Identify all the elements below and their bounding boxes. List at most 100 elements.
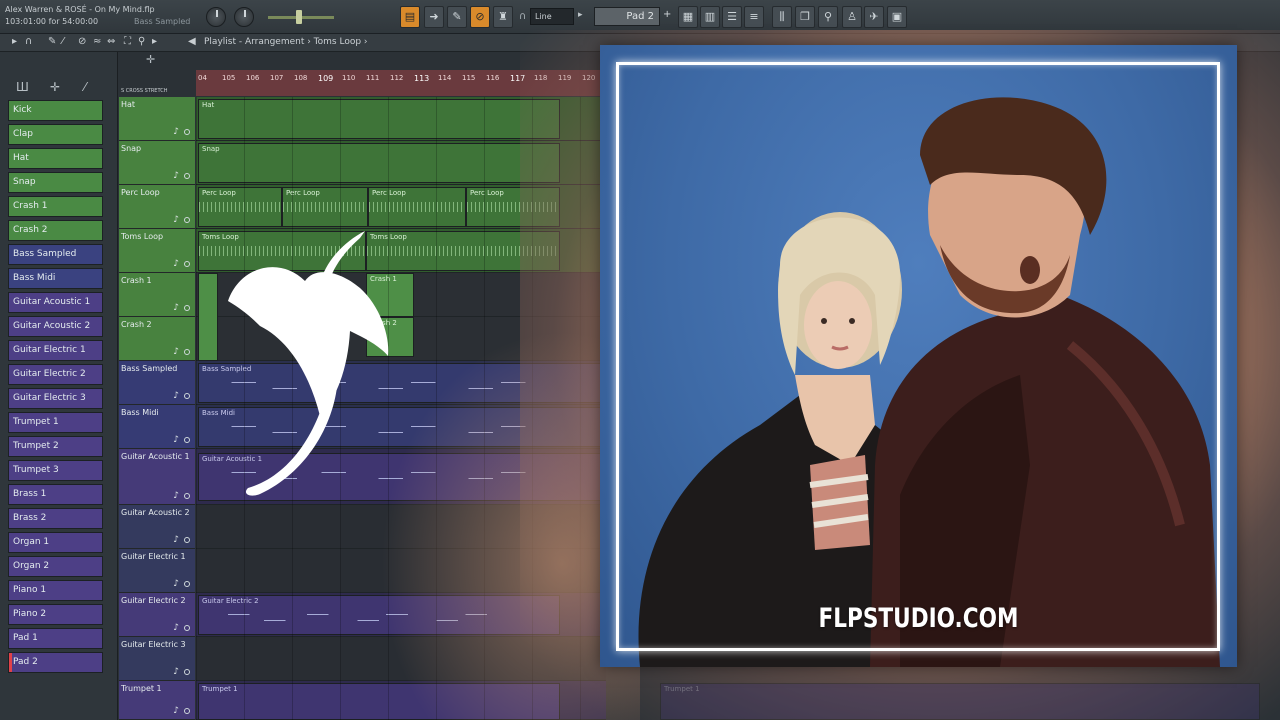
- track-enable-toggle[interactable]: [184, 437, 190, 443]
- add-pattern-icon[interactable]: +: [663, 9, 671, 20]
- channel-item[interactable]: Bass Sampled: [8, 244, 103, 265]
- track-enable-toggle[interactable]: [184, 625, 190, 631]
- track-header[interactable]: Guitar Acoustic 1 ♪: [119, 449, 195, 505]
- chevron-right-icon[interactable]: ▸: [578, 10, 583, 20]
- arrow-right-icon[interactable]: ▸: [12, 36, 17, 47]
- clip-perc-loop[interactable]: Perc Loop: [282, 187, 368, 227]
- channel-item[interactable]: Trumpet 3: [8, 460, 103, 481]
- zoom-icon[interactable]: ⚲: [138, 36, 145, 47]
- track-enable-toggle[interactable]: [184, 669, 190, 675]
- metronome-icon[interactable]: ♜: [493, 6, 513, 28]
- channel-item[interactable]: Brass 2: [8, 508, 103, 529]
- pattern-song-toggle[interactable]: ▤: [400, 6, 420, 28]
- track-header[interactable]: Perc Loop ♪: [119, 185, 195, 229]
- clip-hat[interactable]: Hat: [198, 99, 560, 139]
- channel-item[interactable]: Hat: [8, 148, 103, 169]
- track-enable-toggle[interactable]: [184, 537, 190, 543]
- plugin-picker-icon[interactable]: ✈: [864, 6, 884, 28]
- clip-guitar-acoustic-1[interactable]: Guitar Acoustic 1: [198, 453, 608, 501]
- clip-guitar-electric-2[interactable]: Guitar Electric 2: [198, 595, 560, 635]
- track-header[interactable]: Guitar Electric 3 ♪: [119, 637, 195, 681]
- trash-icon[interactable]: ▣: [887, 6, 907, 28]
- mute-icon[interactable]: ≈: [93, 36, 101, 47]
- sliders-icon[interactable]: ⫼: [772, 6, 792, 28]
- plugin-icon[interactable]: ⚲: [818, 6, 838, 28]
- track-enable-toggle[interactable]: [184, 129, 190, 135]
- channel-item[interactable]: Crash 2: [8, 220, 103, 241]
- track-header[interactable]: Guitar Electric 1 ♪: [119, 549, 195, 593]
- clip-crash-1[interactable]: [198, 273, 218, 361]
- mixer-icon[interactable]: ▦: [678, 6, 698, 28]
- track-header[interactable]: Guitar Acoustic 2 ♪: [119, 505, 195, 549]
- playlist-grid[interactable]: Hat Snap Perc Loop Perc Loop Perc Loop P…: [196, 97, 608, 720]
- channel-item[interactable]: Organ 1: [8, 532, 103, 553]
- track-enable-toggle[interactable]: [184, 581, 190, 587]
- channel-item[interactable]: Bass Midi: [8, 268, 103, 289]
- playlist-icon[interactable]: ≡: [744, 6, 764, 28]
- brush-icon[interactable]: ⁄: [62, 36, 64, 47]
- track-header[interactable]: Crash 1 ♪: [119, 273, 195, 317]
- timeline-ruler[interactable]: 04 105 106 107 108 109 110 111 112 113 114 115 116 11…: [196, 70, 606, 96]
- channel-item[interactable]: Guitar Electric 3: [8, 388, 103, 409]
- person-icon[interactable]: ♙: [842, 6, 862, 28]
- snap-select[interactable]: Line: [530, 8, 574, 25]
- track-header[interactable]: Toms Loop ♪: [119, 229, 195, 273]
- clip-trumpet-1[interactable]: Trumpet 1: [198, 683, 560, 720]
- clip-toms-loop[interactable]: Toms Loop: [198, 231, 366, 271]
- master-pitch-knob[interactable]: [234, 7, 254, 27]
- move-icon[interactable]: ✛: [146, 53, 155, 66]
- channel-item[interactable]: Snap: [8, 172, 103, 193]
- track-enable-toggle[interactable]: [184, 217, 190, 223]
- channel-item[interactable]: Guitar Acoustic 2: [8, 316, 103, 337]
- play-icon[interactable]: ▸: [152, 36, 157, 47]
- channel-item[interactable]: Pad 2: [8, 652, 103, 673]
- master-volume-knob[interactable]: [206, 7, 226, 27]
- delete-icon[interactable]: ⊘: [78, 36, 86, 47]
- clip-perc-loop[interactable]: Perc Loop: [198, 187, 282, 227]
- clip-crash-1[interactable]: Crash 1: [366, 273, 414, 317]
- master-slider-thumb[interactable]: [296, 10, 302, 24]
- track-enable-toggle[interactable]: [184, 173, 190, 179]
- channel-item[interactable]: Guitar Electric 1: [8, 340, 103, 361]
- clip-bass-midi[interactable]: Bass Midi: [198, 407, 608, 447]
- link-icon[interactable]: ⊘: [470, 6, 490, 28]
- track-header[interactable]: Guitar Electric 2 ♪: [119, 593, 195, 637]
- channel-item[interactable]: Kick: [8, 100, 103, 121]
- channel-rack-icon[interactable]: ☰: [722, 6, 742, 28]
- channel-item[interactable]: Crash 1: [8, 196, 103, 217]
- channel-item[interactable]: Brass 1: [8, 484, 103, 505]
- track-enable-toggle[interactable]: [184, 261, 190, 267]
- track-header[interactable]: Bass Sampled ♪: [119, 361, 195, 405]
- pattern-select[interactable]: Pad 2: [594, 7, 660, 26]
- track-header[interactable]: Hat ♪: [119, 97, 195, 141]
- channel-item[interactable]: Clap: [8, 124, 103, 145]
- track-enable-toggle[interactable]: [184, 708, 190, 714]
- clip-crash-2[interactable]: Crash 2: [366, 317, 414, 357]
- piano-roll-icon[interactable]: ▥: [700, 6, 720, 28]
- pen-icon[interactable]: ⁄: [84, 80, 86, 94]
- track-enable-toggle[interactable]: [184, 493, 190, 499]
- channel-item[interactable]: Pad 1: [8, 628, 103, 649]
- clip-perc-loop[interactable]: Perc Loop: [368, 187, 466, 227]
- channel-item[interactable]: Guitar Acoustic 1: [8, 292, 103, 313]
- select-icon[interactable]: ⛶: [124, 36, 131, 47]
- clip-bass-sampled[interactable]: Bass Sampled: [198, 363, 608, 403]
- channel-item[interactable]: Trumpet 2: [8, 436, 103, 457]
- speaker-icon[interactable]: ◀: [188, 36, 196, 47]
- magnet-icon[interactable]: ∩: [519, 11, 526, 22]
- pencil-icon[interactable]: ✎: [48, 36, 56, 47]
- cross-icon[interactable]: ✛: [50, 80, 60, 94]
- channel-item[interactable]: Trumpet 1: [8, 412, 103, 433]
- slip-icon[interactable]: ⇔: [107, 36, 115, 47]
- channel-item[interactable]: Piano 1: [8, 580, 103, 601]
- track-header[interactable]: Crash 2 ♪: [119, 317, 195, 361]
- piano-icon[interactable]: Ш: [16, 80, 29, 94]
- clip-snap[interactable]: Snap: [198, 143, 560, 183]
- track-header[interactable]: Bass Midi ♪: [119, 405, 195, 449]
- clip-toms-loop[interactable]: Toms Loop: [366, 231, 560, 271]
- track-header[interactable]: Trumpet 1 ♪: [119, 681, 195, 720]
- track-enable-toggle[interactable]: [184, 393, 190, 399]
- browser-icon[interactable]: ❐: [795, 6, 815, 28]
- clip-perc-loop[interactable]: Perc Loop: [466, 187, 560, 227]
- track-header[interactable]: Snap ♪: [119, 141, 195, 185]
